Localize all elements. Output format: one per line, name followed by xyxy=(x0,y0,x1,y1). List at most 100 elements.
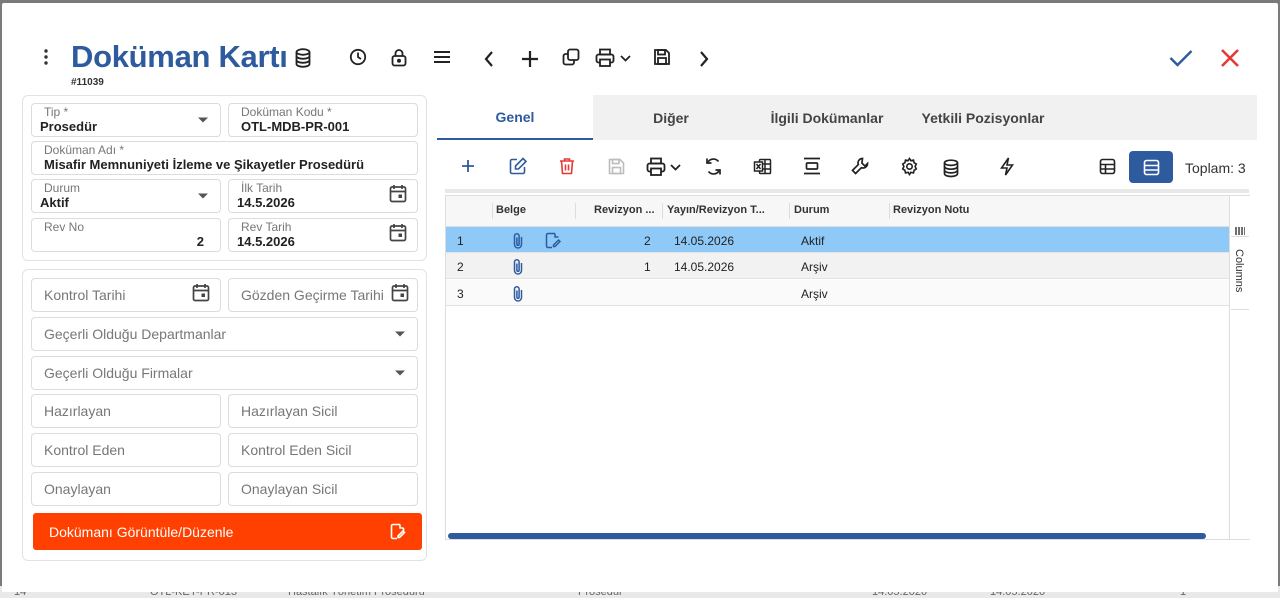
field-value: OTL-MDB-PR-001 xyxy=(241,119,350,134)
column-separator xyxy=(575,203,576,219)
dropdown-arrow-icon xyxy=(198,193,208,199)
document-card-dialog: Doküman Kartı #11039 Tip * Prosedür Dokü… xyxy=(2,3,1278,592)
rev-no-field[interactable]: Rev No 2 xyxy=(31,218,221,252)
field-placeholder: Geçerli Olduğu Departmanlar xyxy=(44,326,227,342)
dropdown-arrow-icon xyxy=(395,331,405,337)
attachment-icon[interactable] xyxy=(512,232,524,254)
close-icon[interactable] xyxy=(1218,46,1242,70)
hazirlayan-sicil-field[interactable]: Hazırlayan Sicil xyxy=(228,394,418,428)
field-placeholder: Hazırlayan xyxy=(44,403,111,419)
hazirlayan-field[interactable]: Hazırlayan xyxy=(31,394,221,428)
edit-icon[interactable] xyxy=(506,154,530,178)
database-icon[interactable] xyxy=(939,156,963,180)
menu-icon[interactable] xyxy=(431,46,453,68)
table-view-icon[interactable] xyxy=(1095,154,1119,178)
field-label: Doküman Adı * xyxy=(44,143,125,157)
view-edit-document-button[interactable]: Dokümanı Görüntüle/Düzenle xyxy=(33,513,422,550)
columns-panel-tab[interactable]: Columns xyxy=(1231,236,1249,310)
gozden-gecirme-tarihi-field[interactable]: Gözden Geçirme Tarihi xyxy=(228,278,418,312)
revisions-grid: Belge Revizyon ... Yayın/Revizyon T... D… xyxy=(445,195,1250,540)
kontrol-eden-field[interactable]: Kontrol Eden xyxy=(31,433,221,467)
chevron-left-icon[interactable] xyxy=(478,48,500,70)
field-label: Tip * xyxy=(44,105,69,119)
dokuman-adi-field[interactable]: Doküman Adı * Misafir Memnuniyeti İzleme… xyxy=(31,141,418,175)
column-header-yayin-tarihi[interactable]: Yayın/Revizyon T... xyxy=(667,204,769,216)
copy-icon[interactable] xyxy=(560,46,582,68)
tab-diger[interactable]: Diğer xyxy=(593,95,749,140)
database-icon[interactable] xyxy=(292,47,314,69)
rev-tarih-field[interactable]: Rev Tarih 14.5.2026 xyxy=(228,218,418,252)
column-header-revizyon-notu[interactable]: Revizyon Notu xyxy=(893,204,1093,216)
ilk-tarih-field[interactable]: İlk Tarih 14.5.2026 xyxy=(228,179,418,213)
excel-export-icon[interactable] xyxy=(750,154,774,178)
column-header-belge[interactable]: Belge xyxy=(496,204,572,216)
firmalar-select[interactable]: Geçerli Olduğu Firmalar xyxy=(31,356,418,390)
revision-cell: 2 xyxy=(644,234,651,248)
refresh-icon[interactable] xyxy=(701,154,725,178)
add-icon[interactable] xyxy=(519,48,541,70)
history-icon[interactable] xyxy=(347,46,369,68)
edit-document-icon[interactable] xyxy=(545,232,562,254)
print-dropdown-icon[interactable] xyxy=(644,155,684,179)
table-row[interactable]: 2 1 14.05.2026 Arşiv xyxy=(446,253,1229,279)
field-placeholder: Kontrol Eden xyxy=(44,442,125,458)
column-separator xyxy=(889,203,890,219)
tab-yetkili-pozisyonlar[interactable]: Yetkili Pozisyonlar xyxy=(905,95,1061,140)
row-number: 2 xyxy=(457,260,464,274)
field-value: Prosedür xyxy=(40,119,98,134)
table-row[interactable]: 3 Arşiv xyxy=(446,280,1229,306)
horizontal-scrollbar[interactable] xyxy=(448,533,1206,539)
attachment-icon[interactable] xyxy=(512,258,524,280)
onaylayan-sicil-field[interactable]: Onaylayan Sicil xyxy=(228,472,418,506)
add-row-icon[interactable] xyxy=(457,155,479,177)
align-center-icon[interactable] xyxy=(800,154,824,178)
dokuman-kodu-field[interactable]: Doküman Kodu * OTL-MDB-PR-001 xyxy=(228,103,418,137)
calendar-icon[interactable] xyxy=(192,283,210,307)
column-header-revizyon[interactable]: Revizyon ... xyxy=(594,204,658,216)
field-placeholder: Geçerli Olduğu Firmalar xyxy=(44,365,193,381)
tab-ilgili-dokumanlar[interactable]: İlgili Dokümanlar xyxy=(749,95,905,140)
settings-icon[interactable] xyxy=(897,154,921,178)
tab-bar: Genel Diğer İlgili Dokümanlar Yetkili Po… xyxy=(437,95,1257,140)
columns-panel-label: Columns xyxy=(1233,249,1245,293)
attachment-icon[interactable] xyxy=(512,285,524,307)
calendar-icon[interactable] xyxy=(389,223,407,247)
kontrol-eden-sicil-field[interactable]: Kontrol Eden Sicil xyxy=(228,433,418,467)
onaylayan-field[interactable]: Onaylayan xyxy=(31,472,221,506)
page-title: Doküman Kartı xyxy=(71,39,288,74)
table-row[interactable]: 1 2 14.05.2026 Aktif xyxy=(446,227,1229,253)
list-view-toggle-icon[interactable] xyxy=(1129,151,1173,183)
more-vert-icon[interactable] xyxy=(40,47,52,67)
save-disabled-icon[interactable] xyxy=(604,154,628,178)
wrench-icon[interactable] xyxy=(848,154,872,178)
field-placeholder: Hazırlayan Sicil xyxy=(241,403,338,419)
print-dropdown-icon[interactable] xyxy=(594,46,634,70)
status-cell: Aktif xyxy=(801,234,825,248)
kontrol-tarihi-field[interactable]: Kontrol Tarihi xyxy=(31,278,221,312)
field-placeholder: Onaylayan xyxy=(44,481,111,497)
column-header-durum[interactable]: Durum xyxy=(794,204,884,216)
confirm-check-icon[interactable] xyxy=(1167,46,1195,70)
lightning-icon[interactable] xyxy=(995,154,1019,178)
calendar-icon[interactable] xyxy=(389,184,407,208)
departmanlar-select[interactable]: Geçerli Olduğu Departmanlar xyxy=(31,317,418,351)
row-number: 1 xyxy=(457,234,464,248)
dropdown-arrow-icon xyxy=(395,370,405,376)
status-cell: Arşiv xyxy=(801,260,828,274)
save-icon[interactable] xyxy=(651,46,673,68)
row-number: 3 xyxy=(457,287,464,301)
document-id: #11039 xyxy=(71,77,104,88)
tab-genel[interactable]: Genel xyxy=(437,95,593,140)
delete-icon[interactable] xyxy=(555,154,579,178)
tip-select[interactable]: Tip * Prosedür xyxy=(31,103,221,137)
date-cell: 14.05.2026 xyxy=(674,234,735,248)
field-label: Durum xyxy=(44,181,81,195)
edit-document-icon xyxy=(390,523,406,543)
lock-icon[interactable] xyxy=(388,46,410,68)
calendar-icon[interactable] xyxy=(391,283,409,307)
chevron-right-icon[interactable] xyxy=(693,48,715,70)
grid-header: Belge Revizyon ... Yayın/Revizyon T... D… xyxy=(446,196,1229,227)
field-value: 14.5.2026 xyxy=(237,234,295,249)
durum-select[interactable]: Durum Aktif xyxy=(31,179,221,213)
column-separator xyxy=(492,203,493,219)
